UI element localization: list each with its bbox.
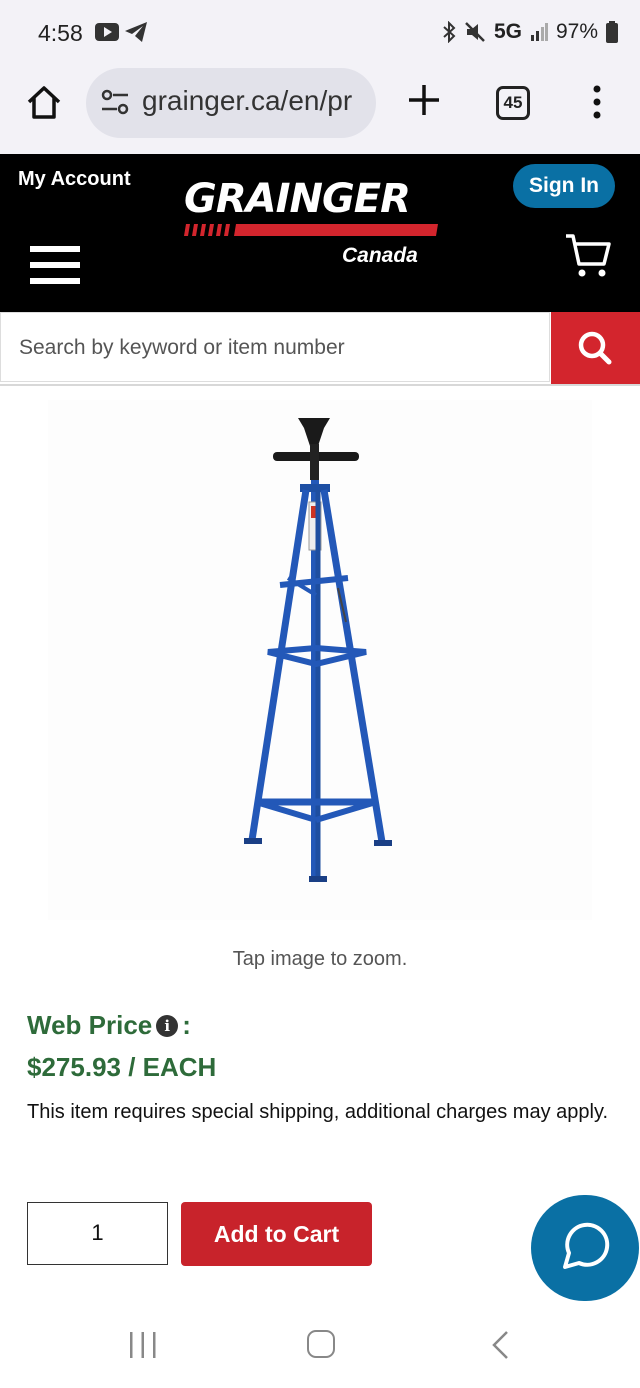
search-button[interactable] <box>551 312 640 384</box>
sign-in-button[interactable]: Sign In <box>513 164 615 208</box>
shipping-note: This item requires special shipping, add… <box>27 1101 609 1123</box>
url-text[interactable]: grainger.ca/en/pr <box>142 85 352 117</box>
web-price-text: Web Price <box>27 1010 153 1040</box>
logo-wordmark: GRAINGER <box>184 176 411 222</box>
bluetooth-icon <box>443 21 456 43</box>
status-bar: 4:58 5G 97% <box>0 0 640 68</box>
info-icon[interactable]: i <box>156 1014 179 1037</box>
product-price: $275.93 / EACH <box>27 1052 217 1082</box>
chat-icon <box>563 1222 610 1269</box>
my-account-link[interactable]: My Account <box>18 168 131 191</box>
site-settings-icon[interactable] <box>100 88 130 116</box>
chat-button[interactable] <box>531 1195 639 1301</box>
recents-icon[interactable] <box>128 1332 158 1358</box>
address-bar[interactable]: grainger.ca/en/pr <box>86 68 376 138</box>
more-menu-icon[interactable] <box>592 84 602 120</box>
browser-toolbar: grainger.ca/en/pr 45 <box>0 68 640 154</box>
web-price-label: Web Price i : <box>27 1010 191 1041</box>
site-header: My Account GRAINGER Canada Sign In <box>0 154 640 312</box>
telegram-icon <box>125 22 147 42</box>
grainger-logo[interactable]: GRAINGER Canada <box>178 176 448 272</box>
status-time: 4:58 <box>38 20 83 46</box>
youtube-icon <box>95 23 119 41</box>
battery-icon <box>606 21 618 43</box>
menu-icon[interactable] <box>30 246 80 284</box>
quantity-input[interactable]: 1 <box>27 1202 168 1265</box>
search-input[interactable]: Search by keyword or item number <box>0 312 550 382</box>
mute-icon <box>465 22 485 42</box>
search-icon <box>578 331 612 365</box>
tab-switcher-button[interactable]: 45 <box>496 86 530 120</box>
home-icon[interactable] <box>24 82 64 122</box>
search-bar: Search by keyword or item number <box>0 312 640 386</box>
web-price-colon: : <box>182 1010 191 1040</box>
back-icon[interactable] <box>490 1330 510 1360</box>
signal-icon <box>530 23 548 41</box>
network-type: 5G <box>493 20 522 43</box>
new-tab-icon[interactable] <box>406 82 442 118</box>
logo-stripes <box>184 224 438 236</box>
product-image[interactable] <box>48 400 592 920</box>
add-to-cart-button[interactable]: Add to Cart <box>181 1202 372 1266</box>
jack-stand-image <box>244 418 392 882</box>
system-nav-bar <box>0 1302 640 1388</box>
cart-icon[interactable] <box>564 232 612 280</box>
battery-percent: 97% <box>555 20 598 43</box>
zoom-hint: Tap image to zoom. <box>232 948 408 970</box>
logo-canada: Canada <box>342 244 418 267</box>
system-home-icon[interactable] <box>307 1330 335 1358</box>
